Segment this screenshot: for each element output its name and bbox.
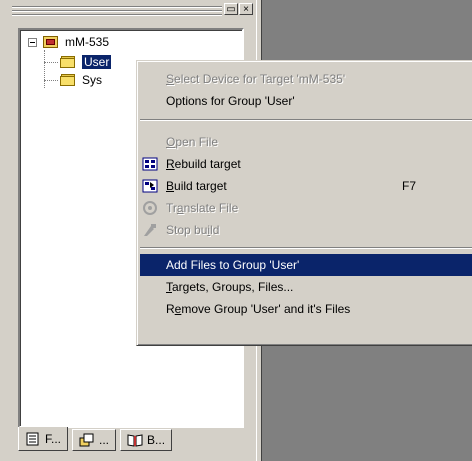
folder-icon (60, 73, 76, 87)
menu-item-open-file[interactable]: Open File (140, 131, 472, 153)
menu-item-targets-groups-files[interactable]: Targets, Groups, Files... (140, 276, 472, 298)
files-icon (25, 432, 41, 446)
workspace-tabs: F... ... B... (18, 427, 176, 453)
rebuild-icon (142, 156, 158, 172)
translate-icon (142, 200, 158, 216)
shortcut-label: F7 (402, 179, 417, 193)
menu-item-options-for-group[interactable]: Options for Group 'User' (140, 90, 472, 112)
stop-build-icon (142, 222, 158, 238)
tree-node-system-group[interactable]: Sys (60, 71, 102, 89)
close-panel-button[interactable]: × (239, 3, 253, 15)
restore-panel-button[interactable]: ▭ (224, 3, 238, 15)
menu-item-translate-file[interactable]: Translate File (140, 197, 472, 219)
tab-registers[interactable]: ... (72, 429, 117, 451)
menu-separator (140, 247, 472, 249)
books-icon (127, 433, 143, 447)
target-icon (43, 35, 59, 49)
panel-grip[interactable] (12, 6, 222, 16)
build-icon (142, 178, 158, 194)
menu-item-add-files-to-group[interactable]: Add Files to Group 'User' (140, 254, 472, 276)
menu-item-select-device[interactable]: Select Device for Target 'mM-535' (140, 68, 472, 90)
tree-node-label[interactable]: Sys (82, 73, 102, 87)
tab-label: ... (99, 433, 110, 447)
tree-root-label[interactable]: mM-535 (65, 35, 109, 49)
menu-item-stop-build[interactable]: Stop build (140, 219, 472, 241)
regs-icon (79, 433, 95, 447)
menu-item-remove-group[interactable]: Remove Group 'User' and it's Files (140, 298, 472, 320)
menu-item-build-target[interactable]: Build target F7 (140, 175, 472, 197)
tree-node-root[interactable]: mM-535 (28, 33, 109, 51)
menu-item-rebuild-target[interactable]: Rebuild target (140, 153, 472, 175)
tab-files[interactable]: F... (18, 427, 69, 451)
tab-label: F... (45, 431, 62, 446)
tree-node-user-group[interactable]: User (60, 53, 112, 71)
context-menu: Select Device for Target 'mM-535' Option… (136, 60, 472, 346)
menu-separator (140, 119, 472, 121)
tab-books[interactable]: B... (120, 429, 173, 451)
folder-icon (60, 55, 76, 69)
tree-node-label[interactable]: User (82, 55, 112, 69)
tab-label: B... (147, 433, 166, 447)
collapse-icon[interactable] (28, 37, 37, 47)
